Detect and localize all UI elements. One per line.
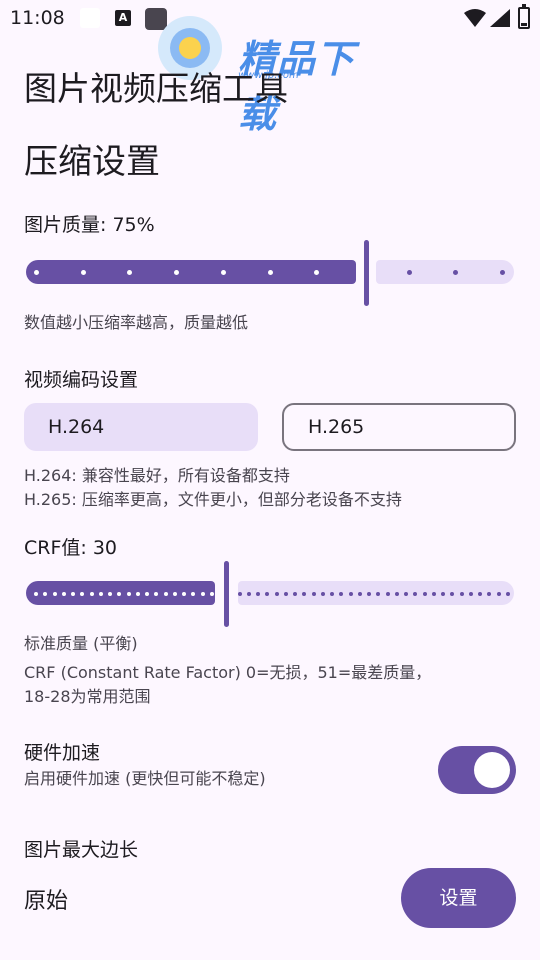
image-quality-track-active: [26, 260, 356, 284]
image-quality-slider-thumb[interactable]: [364, 240, 369, 306]
crf-step-tick: [357, 592, 362, 596]
crf-step-tick: [320, 592, 325, 596]
wifi-icon: [464, 9, 486, 31]
hardware-accel-toggle[interactable]: [438, 746, 516, 794]
crf-label: CRF值: 30: [24, 537, 118, 559]
crf-hint-line2: 18-28为常用范围: [24, 687, 151, 706]
crf-step-tick: [496, 592, 501, 596]
battery-icon: [518, 4, 530, 29]
video-codec-label: 视频编码设置: [24, 369, 139, 391]
a-icon: A: [115, 10, 131, 26]
crf-step-tick: [468, 592, 473, 596]
app-title: 图片视频压缩工具: [24, 69, 288, 108]
codec-h265-hint: H.265: 压缩率更高，文件更小，但部分老设备不支持: [24, 490, 402, 509]
crf-step-tick: [422, 592, 427, 596]
crf-step-tick: [52, 592, 57, 596]
crf-step-tick: [89, 592, 94, 596]
crf-slider-thumb[interactable]: [224, 561, 229, 627]
hardware-accel-label: 硬件加速: [24, 742, 101, 764]
crf-step-tick: [283, 592, 288, 596]
crf-step-tick: [394, 592, 399, 596]
status-time: 11:08: [10, 7, 65, 29]
codec-h265-button[interactable]: H.265: [282, 403, 516, 451]
hardware-accel-description: 启用硬件加速 (更快但可能不稳定): [24, 769, 266, 788]
crf-step-tick: [431, 592, 436, 596]
hardware-accel-toggle-knob: [474, 752, 510, 788]
max-edge-label: 图片最大边长: [24, 839, 139, 861]
crf-step-tick: [163, 592, 168, 596]
section-title: 压缩设置: [24, 142, 160, 182]
crf-step-tick: [172, 592, 177, 596]
max-edge-value: 原始: [24, 889, 69, 914]
crf-step-tick: [98, 592, 103, 596]
codec-h264-hint: H.264: 兼容性最好，所有设备都支持: [24, 466, 290, 485]
crf-step-tick: [71, 592, 76, 596]
image-quality-hint: 数值越小压缩率越高，质量越低: [24, 313, 249, 332]
codec-h264-button[interactable]: H.264: [24, 403, 258, 451]
crf-step-tick: [348, 592, 353, 596]
crf-step-tick: [506, 592, 510, 596]
crf-step-tick: [311, 592, 316, 596]
crf-hint-line1: CRF (Constant Rate Factor) 0=无损，51=最差质量，: [24, 663, 432, 682]
crf-quality-text: 标准质量 (平衡): [24, 634, 138, 653]
image-quality-track-inactive: [376, 260, 514, 284]
crf-step-tick: [34, 592, 38, 596]
image-quality-slider[interactable]: [26, 240, 514, 306]
crf-step-tick: [108, 592, 113, 596]
crf-step-tick: [126, 592, 131, 596]
crf-step-tick: [135, 592, 140, 596]
crf-step-tick: [209, 592, 214, 596]
image-quality-label: 图片质量: 75%: [24, 214, 155, 236]
crf-step-tick: [237, 592, 242, 596]
signal-icon: [490, 9, 510, 31]
crf-step-tick: [274, 592, 279, 596]
crf-slider[interactable]: [26, 561, 514, 627]
crf-step-tick: [200, 592, 205, 596]
crf-step-tick: [61, 592, 66, 596]
crf-step-tick: [246, 592, 251, 596]
max-edge-set-button[interactable]: 设置: [401, 868, 516, 928]
crf-step-tick: [385, 592, 390, 596]
white-square-icon: [80, 8, 100, 28]
crf-step-tick: [459, 592, 464, 596]
